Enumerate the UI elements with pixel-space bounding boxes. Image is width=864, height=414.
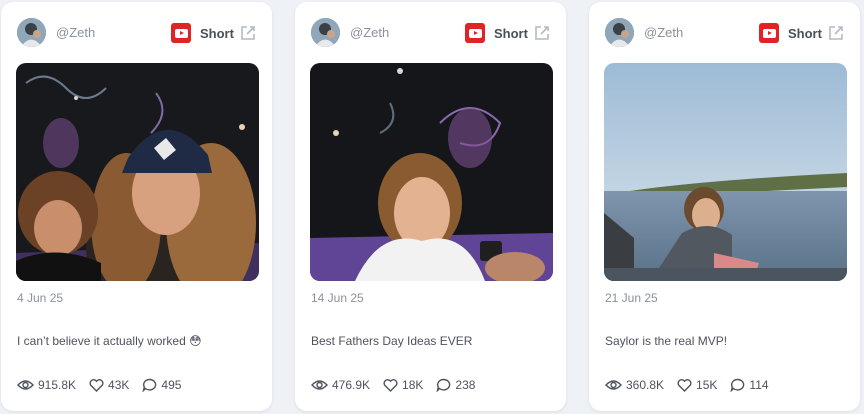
avatar[interactable] <box>311 18 340 47</box>
post-date: 21 Jun 25 <box>605 291 658 305</box>
card-header: @Zeth Short <box>295 18 566 52</box>
external-link-icon[interactable] <box>533 24 551 42</box>
post-card[interactable]: @Zeth Short 21 Jun 25 Saylor is the real… <box>589 2 860 411</box>
post-caption[interactable]: Saylor is the real MVP! <box>605 334 727 348</box>
channel-handle[interactable]: @Zeth <box>350 25 389 40</box>
likes-stat: 43K <box>89 378 129 392</box>
external-link-icon[interactable] <box>239 24 257 42</box>
views-stat: 360.8K <box>605 378 664 392</box>
eye-icon <box>17 380 34 390</box>
comments-count: 238 <box>455 378 476 392</box>
comments-stat: 238 <box>436 378 475 392</box>
eye-icon <box>311 380 328 390</box>
comment-icon <box>436 378 451 392</box>
likes-count: 18K <box>402 378 424 392</box>
platform-badge: Short <box>465 23 528 43</box>
heart-icon <box>89 378 104 392</box>
eye-icon <box>605 380 622 390</box>
views-stat: 915.8K <box>17 378 76 392</box>
channel-handle[interactable]: @Zeth <box>56 25 95 40</box>
post-stats: 360.8K 15K 114 <box>605 378 782 392</box>
heart-icon <box>677 378 692 392</box>
comments-count: 114 <box>749 378 769 392</box>
heart-icon <box>383 378 398 392</box>
platform-label: Short <box>200 25 234 41</box>
likes-stat: 18K <box>383 378 423 392</box>
youtube-icon <box>465 23 485 43</box>
platform-badge: Short <box>171 23 234 43</box>
avatar[interactable] <box>605 18 634 47</box>
comment-icon <box>730 378 745 392</box>
post-stats: 476.9K 18K 238 <box>311 378 488 392</box>
comments-stat: 114 <box>730 378 769 392</box>
post-caption[interactable]: Best Fathers Day Ideas EVER <box>311 334 472 348</box>
views-count: 360.8K <box>626 378 665 392</box>
post-caption[interactable]: I can’t believe it actually worked 😳 <box>17 334 202 348</box>
post-card[interactable]: @Zeth Short 4 Jun 25 I can’t believe it … <box>1 2 272 411</box>
youtube-icon <box>759 23 779 43</box>
comment-icon <box>142 378 157 392</box>
comments-count: 495 <box>161 378 182 392</box>
card-header: @Zeth Short <box>1 18 272 52</box>
likes-count: 43K <box>108 378 130 392</box>
views-stat: 476.9K <box>311 378 370 392</box>
post-card[interactable]: @Zeth Short 14 Jun 25 Best Fathers Day I… <box>295 2 566 411</box>
video-thumbnail[interactable] <box>310 63 553 281</box>
post-date: 4 Jun 25 <box>17 291 64 305</box>
video-thumbnail[interactable] <box>604 63 847 281</box>
video-thumbnail[interactable] <box>16 63 259 281</box>
card-header: @Zeth Short <box>589 18 860 52</box>
youtube-icon <box>171 23 191 43</box>
post-date: 14 Jun 25 <box>311 291 364 305</box>
views-count: 476.9K <box>332 378 371 392</box>
likes-stat: 15K <box>677 378 717 392</box>
avatar[interactable] <box>17 18 46 47</box>
platform-label: Short <box>494 25 528 41</box>
likes-count: 15K <box>696 378 718 392</box>
external-link-icon[interactable] <box>827 24 845 42</box>
comments-stat: 495 <box>142 378 181 392</box>
channel-handle[interactable]: @Zeth <box>644 25 683 40</box>
views-count: 915.8K <box>38 378 77 392</box>
platform-badge: Short <box>759 23 822 43</box>
platform-label: Short <box>788 25 822 41</box>
post-stats: 915.8K 43K 495 <box>17 378 194 392</box>
